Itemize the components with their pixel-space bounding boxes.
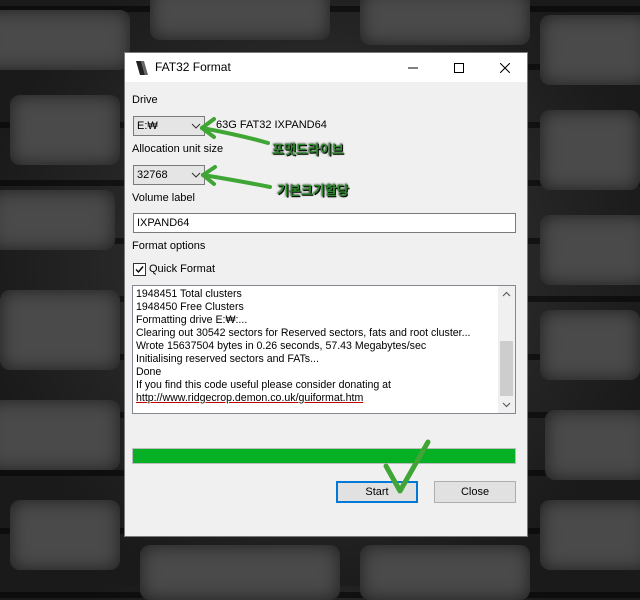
drive-label: Drive [132,94,158,106]
minimize-icon [408,67,418,68]
fat32-format-window: FAT32 Format Drive E:₩ 63G FAT32 IXPAND6… [124,52,528,537]
window-title: FAT32 Format [155,60,231,74]
log-line: 1948450 Free Clusters [136,301,244,313]
app-icon [136,61,148,75]
log-line: Done [136,366,162,378]
volume-label-label: Volume label [132,192,195,204]
scrollbar-thumb[interactable] [500,341,513,396]
log-line: Clearing out 30542 sectors for Reserved … [136,327,471,339]
drive-select[interactable]: E:₩ [133,116,205,136]
log-lines: 1948451 Total clusters 1948450 Free Clus… [136,288,492,405]
drive-select-value: E:₩ [137,120,158,132]
quick-format-label: Quick Format [149,263,216,275]
maximize-icon [454,62,464,73]
log-line: Wrote 15637504 bytes in 0.26 seconds, 57… [136,340,427,352]
allocation-unit-select[interactable]: 32768 [133,165,205,185]
progress-fill [133,449,515,463]
progress-bar [132,448,516,464]
allocation-unit-label: Allocation unit size [132,143,224,155]
drive-info: 63G FAT32 IXPAND64 [216,119,327,131]
donation-link[interactable]: http://www.ridgecrop.demon.co.uk/guiform… [136,392,492,405]
volume-label-input[interactable]: IXPAND64 [133,213,516,233]
title-bar[interactable]: FAT32 Format [125,53,527,82]
scroll-down-icon[interactable] [501,399,512,410]
close-icon [500,62,510,73]
quick-format-checkbox[interactable] [133,263,146,276]
chevron-down-icon [191,172,201,178]
drive-annotation-text: 포맷드라이브 [272,142,344,157]
log-scrollbar[interactable] [498,286,515,413]
maximize-button[interactable] [436,53,482,82]
log-output[interactable]: 1948451 Total clusters 1948450 Free Clus… [132,285,516,414]
allocation-unit-value: 32768 [137,169,168,181]
log-line: 1948451 Total clusters [136,288,242,300]
log-line: Formatting drive E:₩:... [136,314,248,326]
log-line: If you find this code useful please cons… [136,379,392,391]
format-options-label: Format options [132,240,206,252]
minimize-button[interactable] [390,53,436,82]
chevron-down-icon [191,123,201,129]
volume-label-value: IXPAND64 [137,217,190,229]
allocation-annotation-text: 기본크기할당 [277,183,349,198]
close-button[interactable]: Close [434,481,516,503]
start-button[interactable]: Start [336,481,418,503]
close-window-button[interactable] [482,53,528,82]
log-line: Initialising reserved sectors and FATs..… [136,353,319,365]
checkmark-icon [135,266,144,274]
scroll-up-icon[interactable] [501,289,512,300]
